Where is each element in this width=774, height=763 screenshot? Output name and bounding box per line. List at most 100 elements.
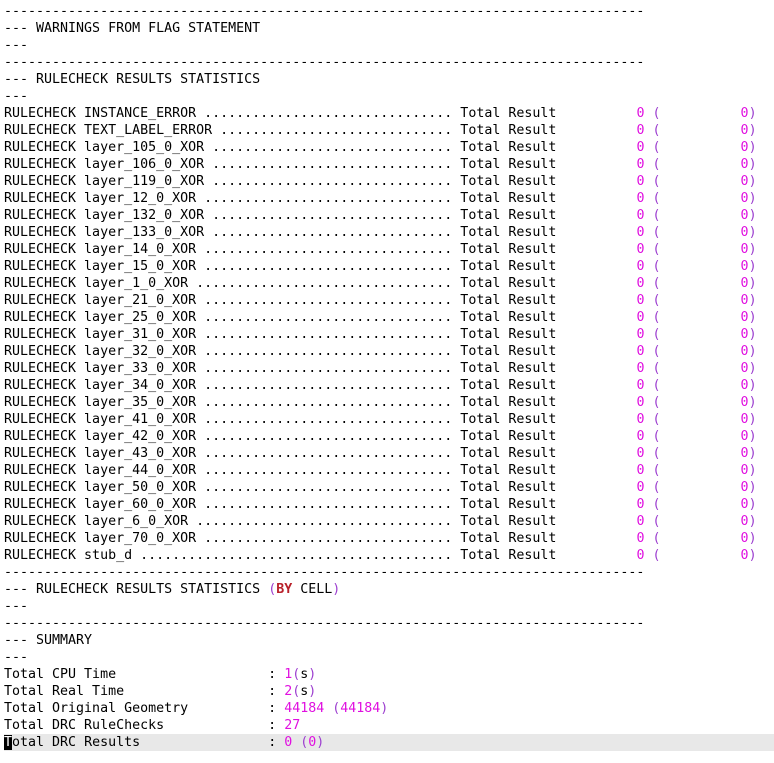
- summary-label: Total Real Time :: [4, 684, 285, 699]
- rulecheck-total: 0: [740, 548, 749, 563]
- rulecheck-row[interactable]: RULECHECK layer_133_0_XOR ..............…: [4, 224, 774, 241]
- rulecheck-row[interactable]: RULECHECK layer_60_0_XOR ...............…: [4, 496, 774, 513]
- rulecheck-total: 0: [740, 259, 749, 274]
- paren-close: ): [748, 225, 757, 240]
- text-line[interactable]: --- WARNINGS FROM FLAG STATEMENT: [4, 20, 774, 37]
- rulecheck-row[interactable]: RULECHECK layer_1_0_XOR ................…: [4, 275, 774, 292]
- line-text: --- WARNINGS FROM FLAG STATEMENT: [4, 21, 261, 36]
- separator-line[interactable]: ----------------------------------------…: [4, 3, 774, 20]
- rulecheck-row[interactable]: RULECHECK layer_33_0_XOR ...............…: [4, 360, 774, 377]
- keyword-by: BY: [276, 582, 293, 597]
- paren-close: ): [380, 701, 389, 716]
- separator-line[interactable]: ----------------------------------------…: [4, 564, 774, 581]
- rulecheck-total: 0: [740, 276, 749, 291]
- rulecheck-row[interactable]: RULECHECK layer_12_0_XOR ...............…: [4, 190, 774, 207]
- rulecheck-label: RULECHECK layer_15_0_XOR ...............…: [4, 259, 557, 274]
- rulecheck-total: 0: [740, 514, 749, 529]
- rulecheck-row[interactable]: RULECHECK layer_43_0_XOR ...............…: [4, 445, 774, 462]
- line-text: ---: [4, 38, 29, 53]
- rulecheck-row[interactable]: RULECHECK layer_42_0_XOR ...............…: [4, 428, 774, 445]
- text-editor-pane[interactable]: ----------------------------------------…: [0, 0, 774, 763]
- summary-row[interactable]: Total Real Time : 2(s): [4, 683, 774, 700]
- rulecheck-row[interactable]: RULECHECK layer_25_0_XOR ...............…: [4, 309, 774, 326]
- rulecheck-total: 0: [740, 191, 749, 206]
- rulecheck-row[interactable]: RULECHECK layer_15_0_XOR ...............…: [4, 258, 774, 275]
- paren-close: ): [748, 208, 757, 223]
- rulecheck-row[interactable]: RULECHECK layer_14_0_XOR ...............…: [4, 241, 774, 258]
- summary-row[interactable]: Total Original Geometry : 44184 (44184): [4, 700, 774, 717]
- text-line[interactable]: ---: [4, 649, 774, 666]
- summary-row[interactable]: Total DRC Results : 0 (0): [4, 734, 774, 751]
- rulecheck-total: 0: [740, 140, 749, 155]
- bycell-header[interactable]: --- RULECHECK RESULTS STATISTICS (BY CEL…: [4, 581, 774, 598]
- paren-close: ): [748, 480, 757, 495]
- rulecheck-row[interactable]: RULECHECK layer_70_0_XOR ...............…: [4, 530, 774, 547]
- text-line[interactable]: ---: [4, 598, 774, 615]
- rulecheck-row[interactable]: RULECHECK stub_d .......................…: [4, 547, 774, 564]
- rulecheck-label: RULECHECK layer_12_0_XOR ...............…: [4, 191, 557, 206]
- rulecheck-row[interactable]: RULECHECK layer_34_0_XOR ...............…: [4, 377, 774, 394]
- paren-close: ): [332, 582, 341, 597]
- text-line[interactable]: ---: [4, 37, 774, 54]
- rulecheck-label: RULECHECK TEXT_LABEL_ERROR .............…: [4, 123, 557, 138]
- rulecheck-row[interactable]: RULECHECK layer_105_0_XOR ..............…: [4, 139, 774, 156]
- paren-close: ): [748, 446, 757, 461]
- paren-close: ): [748, 344, 757, 359]
- paren-close: ): [748, 123, 757, 138]
- rulecheck-total: 0: [740, 225, 749, 240]
- rulecheck-row[interactable]: RULECHECK INSTANCE_ERROR ...............…: [4, 105, 774, 122]
- paren-close: ): [748, 412, 757, 427]
- text-line[interactable]: --- SUMMARY: [4, 632, 774, 649]
- rulecheck-row[interactable]: RULECHECK layer_35_0_XOR ...............…: [4, 394, 774, 411]
- paren-close: ): [748, 140, 757, 155]
- rulecheck-total: 0: [740, 497, 749, 512]
- text-line[interactable]: ---: [4, 88, 774, 105]
- rulecheck-row[interactable]: RULECHECK layer_106_0_XOR ..............…: [4, 156, 774, 173]
- rulecheck-row[interactable]: RULECHECK layer_119_0_XOR ..............…: [4, 173, 774, 190]
- summary-row[interactable]: Total DRC RuleChecks : 27: [4, 717, 774, 734]
- rulecheck-row[interactable]: RULECHECK layer_32_0_XOR ...............…: [4, 343, 774, 360]
- rulecheck-label: RULECHECK stub_d .......................…: [4, 548, 557, 563]
- rulecheck-label: RULECHECK layer_25_0_XOR ...............…: [4, 310, 557, 325]
- rulecheck-row[interactable]: RULECHECK layer_132_0_XOR ..............…: [4, 207, 774, 224]
- rulecheck-row[interactable]: RULECHECK layer_21_0_XOR ...............…: [4, 292, 774, 309]
- rulecheck-total: 0: [740, 412, 749, 427]
- rulecheck-total: 0: [740, 446, 749, 461]
- rulecheck-row[interactable]: RULECHECK layer_50_0_XOR ...............…: [4, 479, 774, 496]
- line-text: --- SUMMARY: [4, 633, 93, 648]
- rulecheck-row[interactable]: RULECHECK TEXT_LABEL_ERROR .............…: [4, 122, 774, 139]
- rulecheck-row[interactable]: RULECHECK layer_6_0_XOR ................…: [4, 513, 774, 530]
- paren-close: ): [308, 684, 317, 699]
- summary-row[interactable]: Total CPU Time : 1(s): [4, 666, 774, 683]
- rulecheck-total: 0: [740, 327, 749, 342]
- separator-line[interactable]: ----------------------------------------…: [4, 615, 774, 632]
- separator-line[interactable]: ----------------------------------------…: [4, 54, 774, 71]
- rulecheck-row[interactable]: RULECHECK layer_44_0_XOR ...............…: [4, 462, 774, 479]
- rulecheck-row[interactable]: RULECHECK layer_41_0_XOR ...............…: [4, 411, 774, 428]
- text-line[interactable]: --- RULECHECK RESULTS STATISTICS: [4, 71, 774, 88]
- rulecheck-row[interactable]: RULECHECK layer_31_0_XOR ...............…: [4, 326, 774, 343]
- rulecheck-total: 0: [740, 344, 749, 359]
